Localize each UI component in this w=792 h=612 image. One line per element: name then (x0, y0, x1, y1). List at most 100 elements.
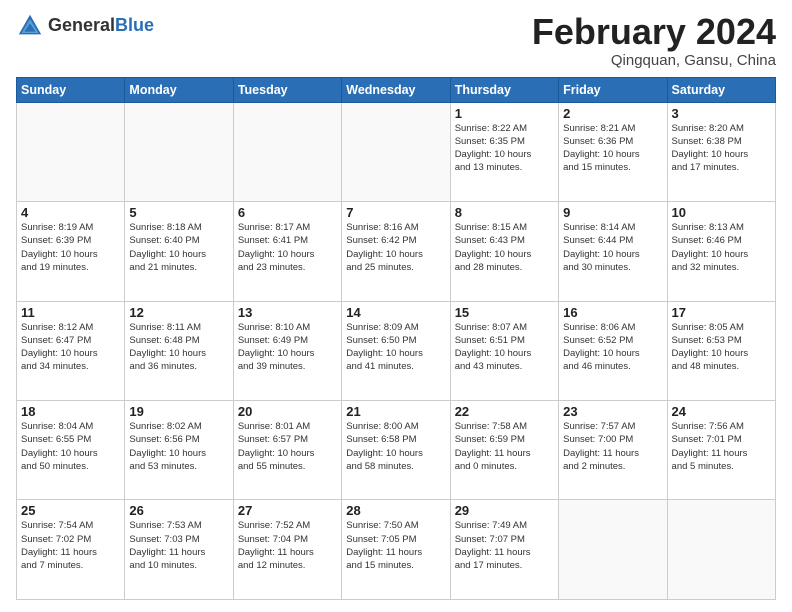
logo-text: GeneralBlue (48, 16, 154, 36)
calendar-cell: 10Sunrise: 8:13 AM Sunset: 6:46 PM Dayli… (667, 202, 775, 301)
calendar-week-row: 1Sunrise: 8:22 AM Sunset: 6:35 PM Daylig… (17, 102, 776, 201)
calendar-cell (233, 102, 341, 201)
calendar-week-row: 11Sunrise: 8:12 AM Sunset: 6:47 PM Dayli… (17, 301, 776, 400)
day-info: Sunrise: 8:14 AM Sunset: 6:44 PM Dayligh… (563, 221, 662, 274)
calendar-cell (667, 500, 775, 600)
col-thursday: Thursday (450, 77, 558, 102)
calendar-cell: 17Sunrise: 8:05 AM Sunset: 6:53 PM Dayli… (667, 301, 775, 400)
day-number: 21 (346, 404, 445, 419)
calendar-week-row: 4Sunrise: 8:19 AM Sunset: 6:39 PM Daylig… (17, 202, 776, 301)
day-number: 26 (129, 503, 228, 518)
calendar-cell: 12Sunrise: 8:11 AM Sunset: 6:48 PM Dayli… (125, 301, 233, 400)
calendar-header-row: Sunday Monday Tuesday Wednesday Thursday… (17, 77, 776, 102)
day-info: Sunrise: 8:01 AM Sunset: 6:57 PM Dayligh… (238, 420, 337, 473)
day-info: Sunrise: 8:20 AM Sunset: 6:38 PM Dayligh… (672, 122, 771, 175)
day-number: 1 (455, 106, 554, 121)
day-info: Sunrise: 8:12 AM Sunset: 6:47 PM Dayligh… (21, 321, 120, 374)
day-number: 15 (455, 305, 554, 320)
calendar: Sunday Monday Tuesday Wednesday Thursday… (16, 77, 776, 600)
day-number: 20 (238, 404, 337, 419)
calendar-week-row: 18Sunrise: 8:04 AM Sunset: 6:55 PM Dayli… (17, 401, 776, 500)
page: GeneralBlue February 2024 Qingquan, Gans… (0, 0, 792, 612)
day-info: Sunrise: 8:18 AM Sunset: 6:40 PM Dayligh… (129, 221, 228, 274)
day-info: Sunrise: 8:00 AM Sunset: 6:58 PM Dayligh… (346, 420, 445, 473)
day-info: Sunrise: 8:21 AM Sunset: 6:36 PM Dayligh… (563, 122, 662, 175)
day-number: 6 (238, 205, 337, 220)
calendar-cell: 6Sunrise: 8:17 AM Sunset: 6:41 PM Daylig… (233, 202, 341, 301)
day-number: 9 (563, 205, 662, 220)
day-info: Sunrise: 7:52 AM Sunset: 7:04 PM Dayligh… (238, 519, 337, 572)
calendar-cell: 18Sunrise: 8:04 AM Sunset: 6:55 PM Dayli… (17, 401, 125, 500)
day-info: Sunrise: 8:13 AM Sunset: 6:46 PM Dayligh… (672, 221, 771, 274)
day-number: 3 (672, 106, 771, 121)
day-number: 23 (563, 404, 662, 419)
calendar-cell: 26Sunrise: 7:53 AM Sunset: 7:03 PM Dayli… (125, 500, 233, 600)
calendar-cell: 20Sunrise: 8:01 AM Sunset: 6:57 PM Dayli… (233, 401, 341, 500)
day-info: Sunrise: 8:22 AM Sunset: 6:35 PM Dayligh… (455, 122, 554, 175)
day-info: Sunrise: 7:56 AM Sunset: 7:01 PM Dayligh… (672, 420, 771, 473)
calendar-cell: 29Sunrise: 7:49 AM Sunset: 7:07 PM Dayli… (450, 500, 558, 600)
col-tuesday: Tuesday (233, 77, 341, 102)
col-wednesday: Wednesday (342, 77, 450, 102)
calendar-cell: 3Sunrise: 8:20 AM Sunset: 6:38 PM Daylig… (667, 102, 775, 201)
calendar-cell: 27Sunrise: 7:52 AM Sunset: 7:04 PM Dayli… (233, 500, 341, 600)
day-number: 7 (346, 205, 445, 220)
logo: GeneralBlue (16, 12, 154, 40)
day-number: 27 (238, 503, 337, 518)
col-monday: Monday (125, 77, 233, 102)
calendar-cell: 16Sunrise: 8:06 AM Sunset: 6:52 PM Dayli… (559, 301, 667, 400)
day-number: 18 (21, 404, 120, 419)
calendar-cell: 7Sunrise: 8:16 AM Sunset: 6:42 PM Daylig… (342, 202, 450, 301)
day-number: 16 (563, 305, 662, 320)
calendar-week-row: 25Sunrise: 7:54 AM Sunset: 7:02 PM Dayli… (17, 500, 776, 600)
location: Qingquan, Gansu, China (532, 52, 776, 69)
logo-blue: Blue (115, 15, 154, 35)
day-number: 22 (455, 404, 554, 419)
day-number: 25 (21, 503, 120, 518)
calendar-cell: 15Sunrise: 8:07 AM Sunset: 6:51 PM Dayli… (450, 301, 558, 400)
col-friday: Friday (559, 77, 667, 102)
day-info: Sunrise: 7:53 AM Sunset: 7:03 PM Dayligh… (129, 519, 228, 572)
day-number: 13 (238, 305, 337, 320)
day-number: 28 (346, 503, 445, 518)
calendar-cell (17, 102, 125, 201)
day-number: 19 (129, 404, 228, 419)
col-saturday: Saturday (667, 77, 775, 102)
day-info: Sunrise: 7:50 AM Sunset: 7:05 PM Dayligh… (346, 519, 445, 572)
day-info: Sunrise: 8:16 AM Sunset: 6:42 PM Dayligh… (346, 221, 445, 274)
day-info: Sunrise: 7:57 AM Sunset: 7:00 PM Dayligh… (563, 420, 662, 473)
calendar-cell: 5Sunrise: 8:18 AM Sunset: 6:40 PM Daylig… (125, 202, 233, 301)
day-info: Sunrise: 8:10 AM Sunset: 6:49 PM Dayligh… (238, 321, 337, 374)
header: GeneralBlue February 2024 Qingquan, Gans… (16, 12, 776, 69)
day-info: Sunrise: 8:15 AM Sunset: 6:43 PM Dayligh… (455, 221, 554, 274)
title-block: February 2024 Qingquan, Gansu, China (532, 12, 776, 69)
day-info: Sunrise: 8:11 AM Sunset: 6:48 PM Dayligh… (129, 321, 228, 374)
day-number: 10 (672, 205, 771, 220)
calendar-cell: 13Sunrise: 8:10 AM Sunset: 6:49 PM Dayli… (233, 301, 341, 400)
day-info: Sunrise: 8:04 AM Sunset: 6:55 PM Dayligh… (21, 420, 120, 473)
day-number: 8 (455, 205, 554, 220)
day-info: Sunrise: 8:19 AM Sunset: 6:39 PM Dayligh… (21, 221, 120, 274)
calendar-cell: 9Sunrise: 8:14 AM Sunset: 6:44 PM Daylig… (559, 202, 667, 301)
logo-icon (16, 12, 44, 40)
calendar-cell: 21Sunrise: 8:00 AM Sunset: 6:58 PM Dayli… (342, 401, 450, 500)
day-number: 17 (672, 305, 771, 320)
day-info: Sunrise: 8:05 AM Sunset: 6:53 PM Dayligh… (672, 321, 771, 374)
day-number: 2 (563, 106, 662, 121)
day-number: 24 (672, 404, 771, 419)
calendar-cell: 2Sunrise: 8:21 AM Sunset: 6:36 PM Daylig… (559, 102, 667, 201)
calendar-cell (342, 102, 450, 201)
day-number: 5 (129, 205, 228, 220)
day-number: 4 (21, 205, 120, 220)
day-info: Sunrise: 8:06 AM Sunset: 6:52 PM Dayligh… (563, 321, 662, 374)
calendar-cell: 19Sunrise: 8:02 AM Sunset: 6:56 PM Dayli… (125, 401, 233, 500)
day-number: 29 (455, 503, 554, 518)
day-info: Sunrise: 8:07 AM Sunset: 6:51 PM Dayligh… (455, 321, 554, 374)
day-info: Sunrise: 8:17 AM Sunset: 6:41 PM Dayligh… (238, 221, 337, 274)
calendar-cell (559, 500, 667, 600)
calendar-cell: 1Sunrise: 8:22 AM Sunset: 6:35 PM Daylig… (450, 102, 558, 201)
calendar-cell: 23Sunrise: 7:57 AM Sunset: 7:00 PM Dayli… (559, 401, 667, 500)
calendar-cell: 22Sunrise: 7:58 AM Sunset: 6:59 PM Dayli… (450, 401, 558, 500)
calendar-cell: 24Sunrise: 7:56 AM Sunset: 7:01 PM Dayli… (667, 401, 775, 500)
calendar-cell: 4Sunrise: 8:19 AM Sunset: 6:39 PM Daylig… (17, 202, 125, 301)
